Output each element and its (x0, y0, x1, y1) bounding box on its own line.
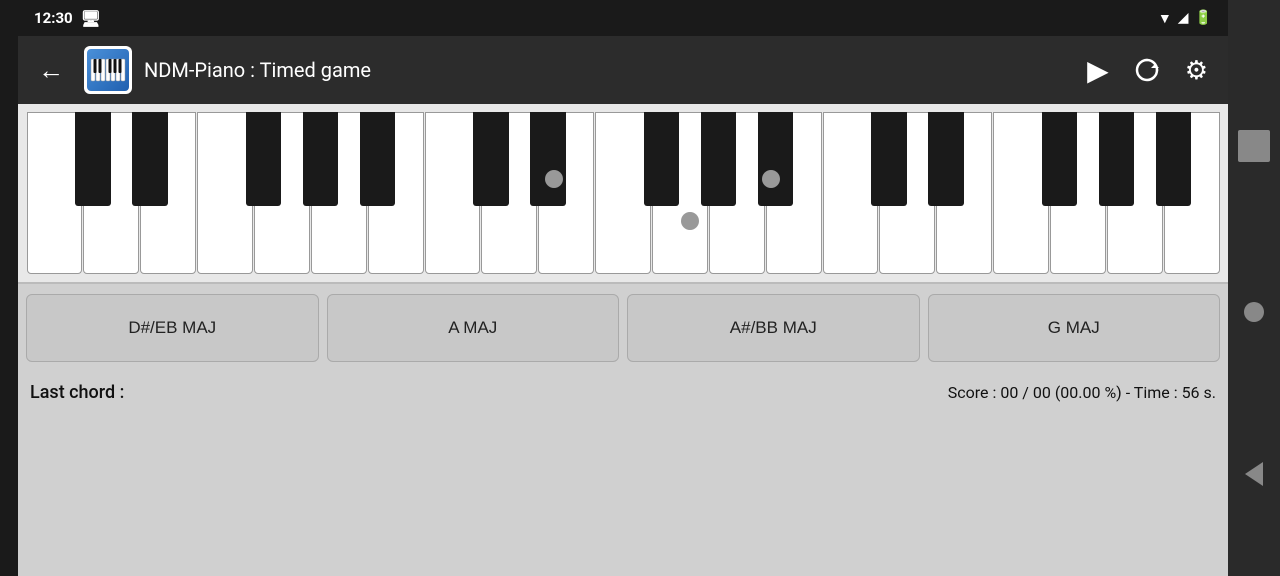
black-key-0[interactable] (75, 112, 110, 206)
refresh-button[interactable] (1125, 52, 1169, 88)
right-square-button[interactable] (1238, 130, 1270, 162)
clock: 12:30 (34, 9, 73, 27)
app-icon-inner (87, 49, 129, 91)
back-button[interactable]: ← (30, 51, 72, 90)
black-key-10[interactable] (871, 112, 906, 206)
black-key-3[interactable] (303, 112, 338, 206)
white-key-7[interactable] (425, 112, 481, 274)
black-key-8[interactable] (701, 112, 736, 206)
main-content: 12:30 🖥 ▼ ◢ 🔋 ← (18, 0, 1228, 576)
right-triangle-button[interactable] (1245, 462, 1263, 486)
note-dot-1 (762, 170, 780, 188)
piano-container (18, 104, 1228, 284)
battery-icon: 🔋 (1195, 10, 1212, 26)
sim-icon: 🖥 (81, 9, 101, 28)
black-key-14[interactable] (1156, 112, 1191, 206)
bottom-space (18, 413, 1228, 576)
chord-btn-2[interactable]: A#/BB MAJ (627, 294, 920, 362)
score-display: Score : 00 / 00 (00.00 %) - Time : 56 s. (948, 383, 1216, 402)
piano-keyboard[interactable] (26, 112, 1220, 274)
signal-icon: ◢ (1178, 10, 1189, 26)
black-key-9[interactable] (758, 112, 793, 206)
note-dot-0 (545, 170, 563, 188)
black-key-11[interactable] (928, 112, 963, 206)
game-status: Last chord : Score : 00 / 00 (00.00 %) -… (18, 372, 1228, 413)
app-bar: ← (18, 36, 1228, 104)
status-right: ▼ ◢ 🔋 (1158, 10, 1212, 27)
black-key-2[interactable] (246, 112, 281, 206)
white-key-10[interactable] (595, 112, 651, 274)
settings-button[interactable]: ⚙ (1177, 51, 1216, 90)
black-key-4[interactable] (360, 112, 395, 206)
note-dot-2 (681, 212, 699, 230)
black-key-7[interactable] (644, 112, 679, 206)
right-circle-button[interactable] (1244, 302, 1264, 322)
left-sidebar (0, 0, 18, 576)
status-left: 12:30 🖥 (34, 9, 101, 28)
black-key-5[interactable] (473, 112, 508, 206)
black-key-1[interactable] (132, 112, 167, 206)
chord-area: D#/EB MAJ A MAJ A#/BB MAJ G MAJ (18, 284, 1228, 372)
chord-btn-0[interactable]: D#/EB MAJ (26, 294, 319, 362)
play-button[interactable]: ▶ (1079, 50, 1117, 91)
chord-btn-1[interactable]: A MAJ (327, 294, 620, 362)
wifi-icon: ▼ (1158, 10, 1172, 27)
white-key-3[interactable] (197, 112, 253, 274)
app-bar-actions: ▶ ⚙ (1079, 50, 1216, 91)
app-title: NDM-Piano : Timed game (144, 58, 1067, 82)
app-icon (84, 46, 132, 94)
white-key-17[interactable] (993, 112, 1049, 274)
right-panel (1228, 0, 1280, 576)
chord-btn-3[interactable]: G MAJ (928, 294, 1221, 362)
white-key-0[interactable] (27, 112, 83, 274)
white-key-14[interactable] (823, 112, 879, 274)
black-key-13[interactable] (1099, 112, 1134, 206)
black-key-6[interactable] (530, 112, 565, 206)
last-chord-label: Last chord : (30, 382, 124, 403)
black-key-12[interactable] (1042, 112, 1077, 206)
status-bar: 12:30 🖥 ▼ ◢ 🔋 (18, 0, 1228, 36)
